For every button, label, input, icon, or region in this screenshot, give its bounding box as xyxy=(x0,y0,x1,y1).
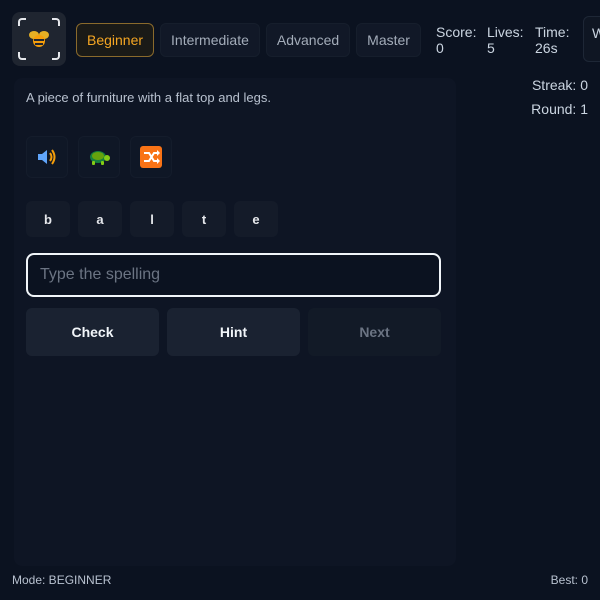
hint-button[interactable]: Hint xyxy=(167,308,300,356)
best-score: Best: 0 xyxy=(550,573,588,587)
letter-tiles: b a l t e xyxy=(26,201,278,237)
turtle-icon xyxy=(90,151,110,165)
overflow-tab[interactable]: W xyxy=(583,16,600,62)
app-logo xyxy=(12,12,66,66)
streak-stat: Streak: 0 xyxy=(531,77,588,93)
game-screen: Beginner Intermediate Advanced Master Sc… xyxy=(0,0,600,600)
score-stat: Score: 0 xyxy=(436,24,476,56)
lives-stat: Lives: 5 xyxy=(487,24,524,56)
letter-tile[interactable]: t xyxy=(182,201,226,237)
score-value: 0 xyxy=(436,40,444,56)
round-stat: Round: 1 xyxy=(531,101,588,117)
tool-row xyxy=(26,136,172,178)
letter-tile[interactable]: b xyxy=(26,201,70,237)
word-definition: A piece of furniture with a flat top and… xyxy=(26,90,271,105)
score-label: Score: xyxy=(436,24,477,40)
next-button[interactable]: Next xyxy=(308,308,441,356)
action-buttons: Check Hint Next xyxy=(26,308,441,356)
check-button[interactable]: Check xyxy=(26,308,159,356)
letter-tile[interactable]: a xyxy=(78,201,122,237)
letter-tile[interactable]: l xyxy=(130,201,174,237)
difficulty-tabs: Beginner Intermediate Advanced Master xyxy=(76,23,421,57)
slow-speak-button[interactable] xyxy=(78,136,120,178)
tab-intermediate[interactable]: Intermediate xyxy=(160,23,260,57)
letter-tile[interactable]: e xyxy=(234,201,278,237)
lives-value: 5 xyxy=(487,40,495,56)
tab-beginner[interactable]: Beginner xyxy=(76,23,155,57)
time-stat: Time: 26s xyxy=(535,24,569,56)
lives-label: Lives: xyxy=(487,24,524,40)
bee-icon xyxy=(29,31,49,47)
time-label: Time: xyxy=(535,24,570,40)
shuffle-button[interactable] xyxy=(130,136,172,178)
spelling-input[interactable] xyxy=(26,253,441,297)
speaker-button[interactable] xyxy=(26,136,68,178)
speaker-icon xyxy=(38,149,56,165)
shuffle-icon xyxy=(140,146,162,168)
time-value: 26s xyxy=(535,40,558,56)
tab-master[interactable]: Master xyxy=(356,23,421,57)
mode-indicator: Mode: BEGINNER xyxy=(12,573,112,587)
tab-advanced[interactable]: Advanced xyxy=(265,23,351,57)
